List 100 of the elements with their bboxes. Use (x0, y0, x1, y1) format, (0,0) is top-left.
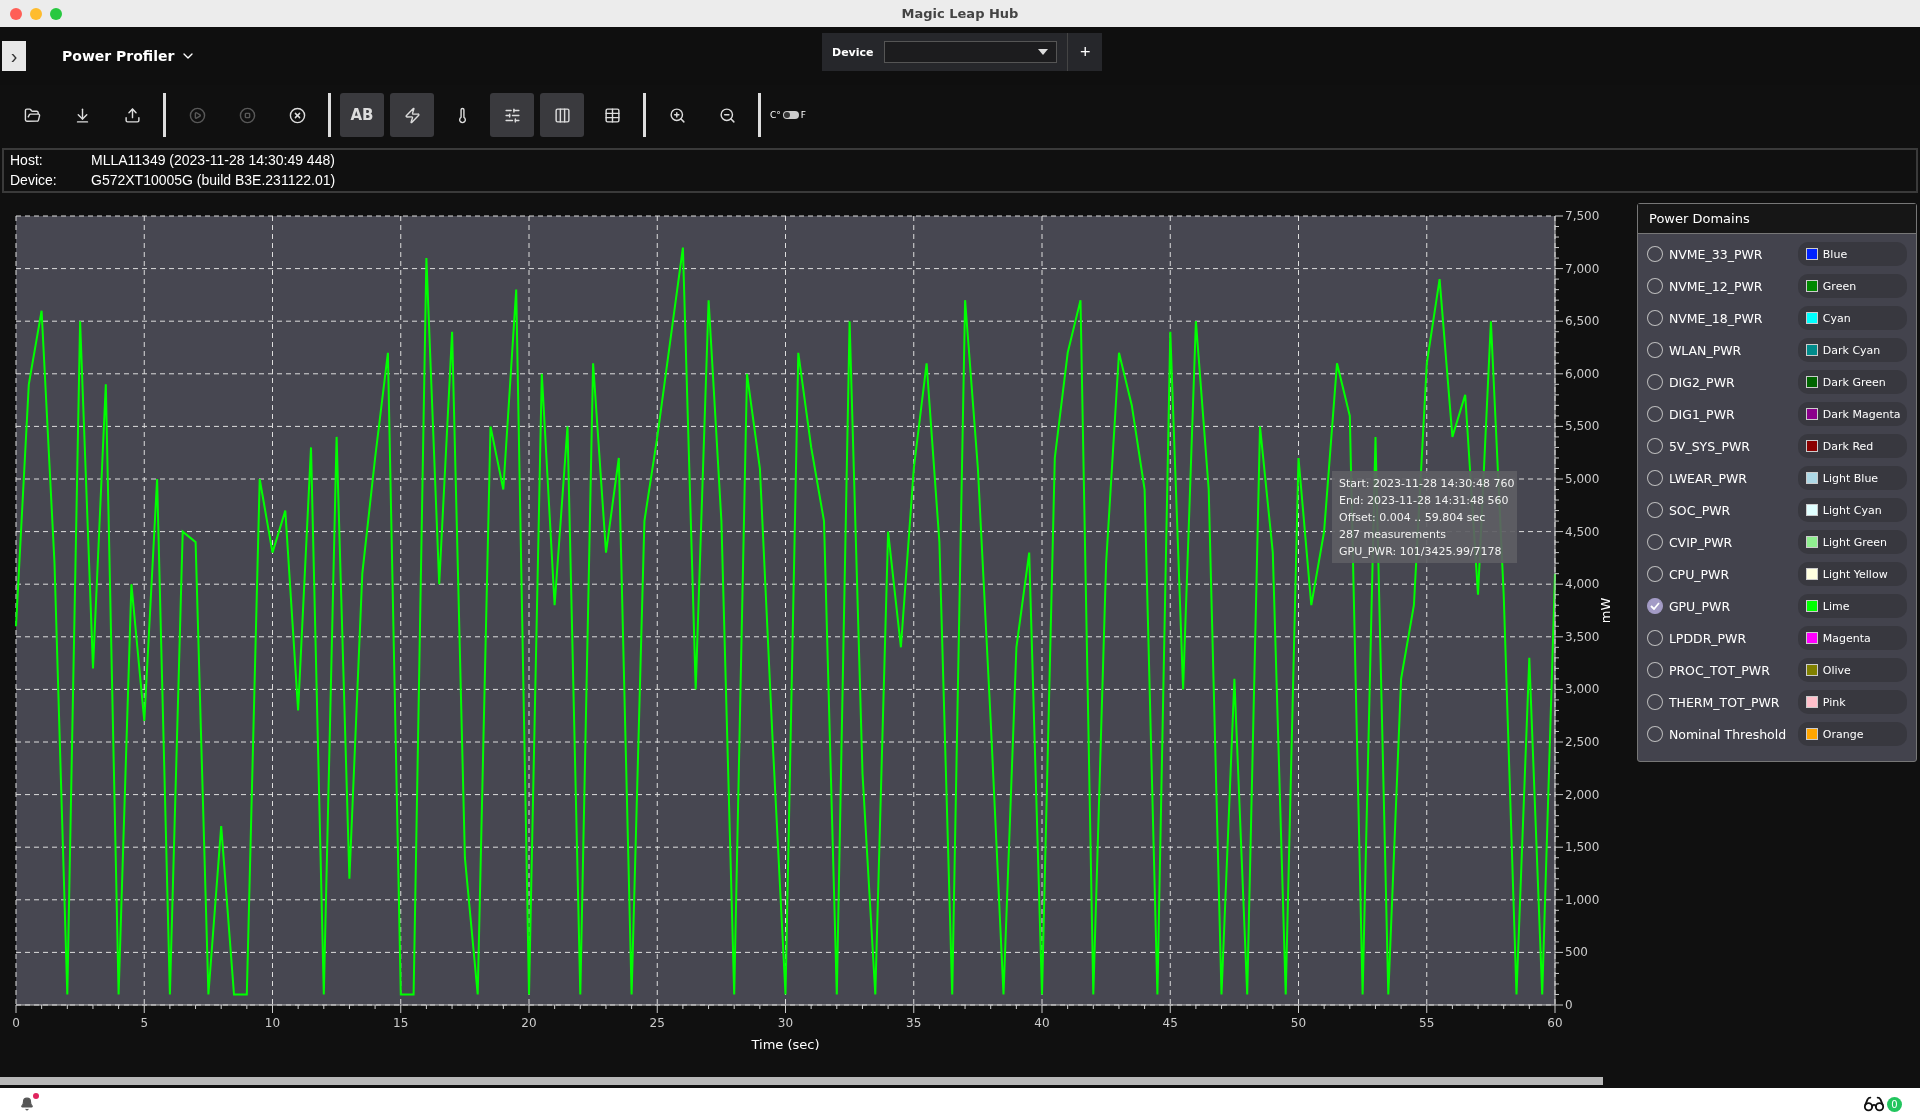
domain-name: CPU_PWR (1668, 566, 1731, 582)
tooltip-line: 287 measurements (1339, 528, 1446, 541)
domain-name: NVME_12_PWR (1668, 278, 1764, 294)
cancel-icon (288, 106, 306, 124)
zoom-in-icon (668, 106, 686, 124)
y-tick-label: 0 (1565, 998, 1573, 1012)
tooltip-line: GPU_PWR: 101/3425.99/7178 (1339, 545, 1502, 558)
y-tick-label: 7,000 (1565, 261, 1600, 276)
color-name: Orange (1822, 727, 1864, 741)
unit-switch[interactable] (782, 111, 799, 119)
color-picker[interactable]: Light Cyan (1797, 498, 1907, 522)
lightning-button[interactable] (390, 93, 434, 137)
domain-name: LWEAR_PWR (1668, 470, 1749, 486)
color-name: Dark Red (1822, 439, 1874, 453)
stop-icon (238, 106, 256, 124)
upload-icon (123, 106, 141, 124)
domain-name: CVIP_PWR (1668, 534, 1734, 550)
y-tick-label: 6,000 (1565, 366, 1600, 381)
color-picker[interactable]: Magenta (1797, 626, 1907, 650)
x-tick-label: 45 (1162, 1016, 1178, 1030)
check-icon (1649, 602, 1660, 610)
info-label: Host: (10, 151, 44, 170)
domain-name: PROC_TOT_PWR (1668, 662, 1771, 678)
x-tick-label: 40 (1034, 1016, 1050, 1030)
bell-icon[interactable] (20, 1097, 34, 1111)
lightning-icon (403, 106, 421, 124)
horizontal-scrollbar[interactable] (0, 1077, 1603, 1085)
color-name: Light Cyan (1822, 503, 1882, 517)
domain-name: DIG2_PWR (1668, 374, 1736, 390)
y-tick-label: 3,000 (1565, 682, 1600, 697)
y-axis-title: mW (1598, 597, 1610, 624)
color-name: Blue (1822, 247, 1848, 261)
color-picker[interactable]: Dark Cyan (1797, 338, 1907, 362)
tool-selector[interactable]: Power Profiler (56, 47, 203, 65)
x-tick-label: 55 (1419, 1016, 1435, 1030)
sliders-icon (503, 106, 521, 124)
tooltip-line: Start: 2023-11-28 14:30:48 760 (1339, 477, 1515, 490)
ab-button[interactable]: AB (340, 93, 384, 137)
columns-icon (553, 106, 571, 124)
y-tick-label: 3,500 (1565, 629, 1600, 644)
domain-name: SOC_PWR (1668, 502, 1732, 518)
color-picker[interactable]: Dark Magenta (1797, 402, 1907, 426)
color-picker[interactable]: Lime (1797, 594, 1907, 618)
fahrenheit-label: F (800, 110, 806, 120)
x-tick-label: 20 (521, 1016, 537, 1030)
color-picker[interactable]: Dark Green (1797, 370, 1907, 394)
play-icon (188, 106, 206, 124)
color-picker[interactable]: Light Yellow (1797, 562, 1907, 586)
y-tick-label: 4,000 (1565, 577, 1600, 592)
color-picker[interactable]: Cyan (1797, 306, 1907, 330)
y-tick-label: 6,500 (1565, 314, 1600, 329)
color-picker[interactable]: Pink (1797, 690, 1907, 714)
x-axis-title: Time (sec) (751, 1037, 820, 1052)
celsius-label: C° (770, 110, 781, 120)
y-tick-label: 5,500 (1565, 419, 1600, 434)
domain-checkbox[interactable] (1647, 598, 1663, 614)
domain-name: THERM_TOT_PWR (1668, 694, 1781, 710)
y-tick-label: 7,500 (1565, 209, 1600, 223)
x-tick-label: 30 (777, 1016, 794, 1030)
add-button[interactable]: + (1067, 33, 1102, 71)
y-tick-label: 500 (1565, 945, 1588, 960)
color-picker[interactable]: Orange (1797, 722, 1907, 746)
x-tick-label: 50 (1290, 1016, 1307, 1030)
y-tick-label: 5,000 (1565, 472, 1600, 486)
sidebar-toggle[interactable]: › (2, 41, 26, 71)
domain-name: NVME_18_PWR (1668, 310, 1764, 326)
y-tick-label: 2,000 (1565, 787, 1600, 802)
columns-button[interactable] (540, 93, 584, 137)
color-picker[interactable]: Dark Red (1797, 434, 1907, 458)
domain-name: Nominal Threshold (1668, 726, 1788, 742)
domain-name: NVME_33_PWR (1668, 246, 1764, 262)
color-name: Dark Magenta (1822, 407, 1901, 421)
color-picker[interactable]: Olive (1797, 658, 1907, 682)
zoom-out-icon (718, 106, 736, 124)
panel-title: Power Domains (1638, 204, 1916, 234)
folder-icon (23, 106, 41, 124)
x-tick-label: 5 (140, 1016, 149, 1030)
color-name: Light Blue (1822, 471, 1879, 485)
x-tick-label: 10 (264, 1016, 281, 1030)
y-tick-label: 1,500 (1565, 840, 1600, 855)
close-button[interactable] (10, 7, 22, 20)
color-name: Light Green (1822, 535, 1888, 549)
tooltip-line: Offset: 0.004 .. 59.804 sec (1339, 511, 1486, 524)
count-badge: 0 (1887, 1096, 1902, 1112)
x-tick-label: 60 (1547, 1016, 1563, 1030)
color-picker[interactable]: Light Blue (1797, 466, 1907, 490)
color-name: Cyan (1822, 311, 1851, 325)
y-tick-label: 1,000 (1565, 892, 1600, 907)
x-tick-label: 25 (649, 1016, 665, 1030)
color-picker[interactable]: Light Green (1797, 530, 1907, 554)
color-name: Dark Cyan (1822, 343, 1881, 357)
table-icon (603, 106, 621, 124)
info-label: Device: (10, 170, 58, 190)
color-name: Dark Green (1822, 375, 1886, 389)
color-picker[interactable]: Green (1797, 274, 1907, 298)
sliders-button[interactable] (490, 93, 534, 137)
y-tick-label: 4,500 (1565, 524, 1600, 539)
color-name: Magenta (1822, 631, 1871, 645)
color-name: Pink (1822, 695, 1846, 709)
color-picker[interactable]: Blue (1797, 242, 1907, 266)
